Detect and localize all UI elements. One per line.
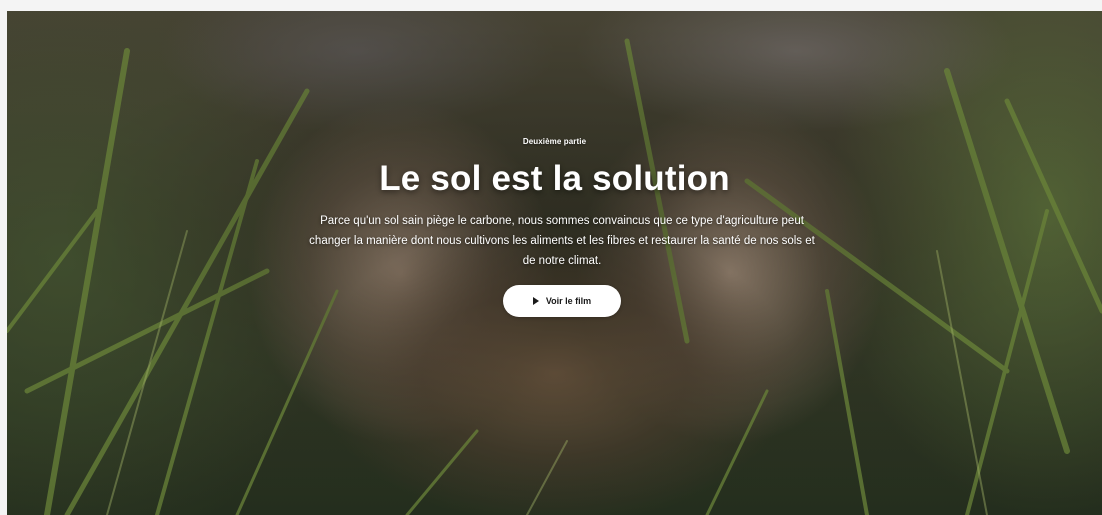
- hero-eyebrow: Deuxième partie: [522, 137, 587, 146]
- watch-film-button[interactable]: Voir le film: [503, 285, 621, 317]
- hero-lead-text: Parce qu'un sol sain piège le carbone, n…: [309, 215, 815, 267]
- hero-title: Le sol est la solution: [379, 159, 730, 198]
- watch-film-button-label: Voir le film: [545, 296, 592, 306]
- hero-section: Deuxième partie Le sol est la solution P…: [7, 11, 1102, 515]
- play-icon: [532, 297, 539, 305]
